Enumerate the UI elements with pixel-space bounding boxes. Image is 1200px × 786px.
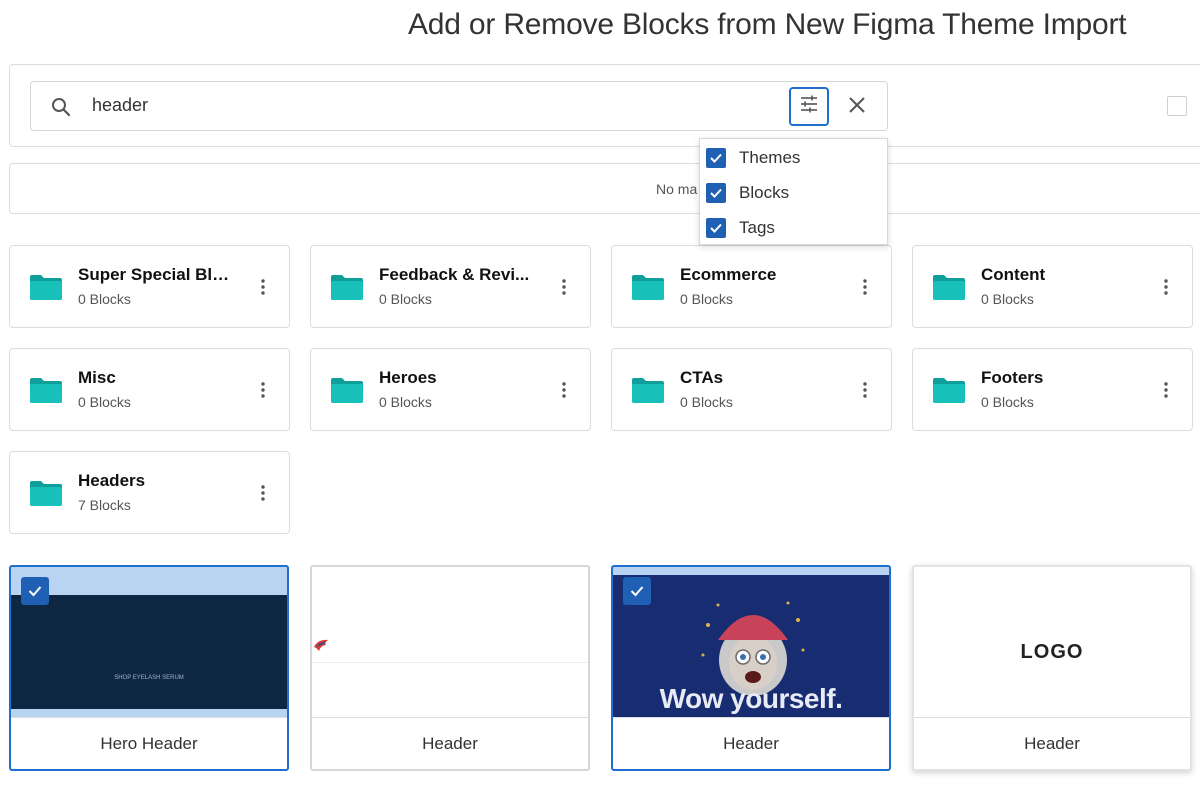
filter-option-label: Themes bbox=[739, 148, 801, 167]
kebab-menu-icon[interactable] bbox=[1156, 277, 1176, 297]
folder-name: Footers bbox=[981, 368, 1044, 387]
folder-icon bbox=[330, 273, 364, 301]
folder-count: 0 Blocks bbox=[680, 394, 733, 410]
kebab-menu-icon[interactable] bbox=[855, 380, 875, 400]
page-title: Add or Remove Blocks from New Figma Them… bbox=[408, 8, 1127, 41]
no-match-text: No ma bbox=[656, 181, 698, 197]
folder-count: 0 Blocks bbox=[379, 291, 432, 307]
close-icon bbox=[848, 96, 866, 119]
filter-button[interactable] bbox=[789, 87, 829, 126]
folder-icon bbox=[330, 376, 364, 404]
kebab-menu-icon[interactable] bbox=[554, 380, 574, 400]
block-thumbnail: LOGO bbox=[914, 567, 1190, 717]
thumb-top-band bbox=[613, 567, 889, 575]
kebab-menu-icon[interactable] bbox=[1156, 380, 1176, 400]
filter-option-blocks[interactable]: Blocks bbox=[706, 182, 789, 204]
filter-option-label: Tags bbox=[739, 218, 775, 237]
folder-icon bbox=[631, 376, 665, 404]
folder-count: 0 Blocks bbox=[379, 394, 432, 410]
thumb-divider bbox=[312, 662, 588, 663]
kebab-menu-icon[interactable] bbox=[253, 277, 273, 297]
search-input[interactable]: header bbox=[92, 95, 148, 116]
search-icon bbox=[49, 95, 73, 119]
block-card-hero-header[interactable]: SHOP EYELASH SERUM Hero Header bbox=[9, 565, 289, 771]
filter-dropdown: Themes Blocks Tags bbox=[699, 138, 888, 245]
thumb-caption: SHOP EYELASH SERUM bbox=[114, 675, 184, 681]
checkbox-checked-icon[interactable] bbox=[706, 183, 726, 203]
block-label: Header bbox=[613, 717, 889, 769]
folder-count: 0 Blocks bbox=[981, 394, 1034, 410]
folder-icon bbox=[932, 376, 966, 404]
checkbox-checked-icon[interactable] bbox=[706, 218, 726, 238]
folder-name: Feedback & Revi... bbox=[379, 265, 530, 284]
folder-card-headers[interactable]: Headers 7 Blocks bbox=[9, 451, 290, 534]
filter-option-label: Blocks bbox=[739, 183, 790, 202]
block-card-header-3[interactable]: LOGO Header bbox=[912, 565, 1192, 771]
thumb-bottom-band bbox=[11, 709, 287, 717]
thumb-top-band bbox=[11, 567, 287, 595]
folder-card-ecommerce[interactable]: Ecommerce 0 Blocks bbox=[611, 245, 892, 328]
folder-icon bbox=[631, 273, 665, 301]
folder-card-content[interactable]: Content 0 Blocks bbox=[912, 245, 1193, 328]
folder-icon bbox=[932, 273, 966, 301]
folder-name: Heroes bbox=[379, 368, 437, 387]
folder-card-heroes[interactable]: Heroes 0 Blocks bbox=[310, 348, 591, 431]
selected-check-icon[interactable] bbox=[623, 577, 651, 605]
kebab-menu-icon[interactable] bbox=[253, 483, 273, 503]
folder-icon bbox=[29, 479, 63, 507]
block-card-header-1[interactable]: Header bbox=[310, 565, 590, 771]
thumb-headline: Wow yourself. bbox=[659, 683, 843, 714]
filter-option-tags[interactable]: Tags bbox=[706, 217, 775, 239]
folder-count: 0 Blocks bbox=[78, 291, 131, 307]
folder-card-misc[interactable]: Misc 0 Blocks bbox=[9, 348, 290, 431]
folder-count: 0 Blocks bbox=[680, 291, 733, 307]
folder-icon bbox=[29, 273, 63, 301]
thumb-logo-text: LOGO bbox=[1020, 641, 1084, 663]
folder-name: Misc bbox=[78, 368, 116, 387]
block-thumbnail: Wow yourself. bbox=[613, 567, 889, 717]
folder-icon bbox=[29, 376, 63, 404]
folder-name: Super Special Blo... bbox=[78, 265, 233, 284]
block-card-header-2[interactable]: Wow yourself. Header bbox=[611, 565, 891, 771]
kebab-menu-icon[interactable] bbox=[855, 277, 875, 297]
bird-logo-icon bbox=[312, 637, 332, 660]
folder-card-super-special[interactable]: Super Special Blo... 0 Blocks bbox=[9, 245, 290, 328]
kebab-menu-icon[interactable] bbox=[253, 380, 273, 400]
tune-icon bbox=[799, 94, 819, 119]
folder-name: CTAs bbox=[680, 368, 724, 387]
select-all-checkbox[interactable] bbox=[1167, 96, 1187, 116]
selected-check-icon[interactable] bbox=[21, 577, 49, 605]
folder-card-ctas[interactable]: CTAs 0 Blocks bbox=[611, 348, 892, 431]
block-label: Header bbox=[312, 717, 588, 769]
search-box[interactable]: header bbox=[30, 81, 888, 131]
folder-name: Headers bbox=[78, 471, 146, 490]
block-label: Hero Header bbox=[11, 717, 287, 769]
kebab-menu-icon[interactable] bbox=[554, 277, 574, 297]
folder-count: 0 Blocks bbox=[981, 291, 1034, 307]
folder-name: Content bbox=[981, 265, 1046, 284]
no-match-panel: No ma bbox=[9, 163, 1200, 214]
block-thumbnail: SHOP EYELASH SERUM bbox=[11, 567, 287, 717]
block-label: Header bbox=[914, 717, 1190, 769]
folder-count: 7 Blocks bbox=[78, 497, 131, 513]
clear-search-button[interactable] bbox=[843, 93, 871, 121]
filter-option-themes[interactable]: Themes bbox=[706, 147, 800, 169]
checkbox-checked-icon[interactable] bbox=[706, 148, 726, 168]
block-thumbnail bbox=[312, 567, 588, 717]
folder-card-feedback[interactable]: Feedback & Revi... 0 Blocks bbox=[310, 245, 591, 328]
folder-count: 0 Blocks bbox=[78, 394, 131, 410]
folder-card-footers[interactable]: Footers 0 Blocks bbox=[912, 348, 1193, 431]
folder-name: Ecommerce bbox=[680, 265, 777, 284]
